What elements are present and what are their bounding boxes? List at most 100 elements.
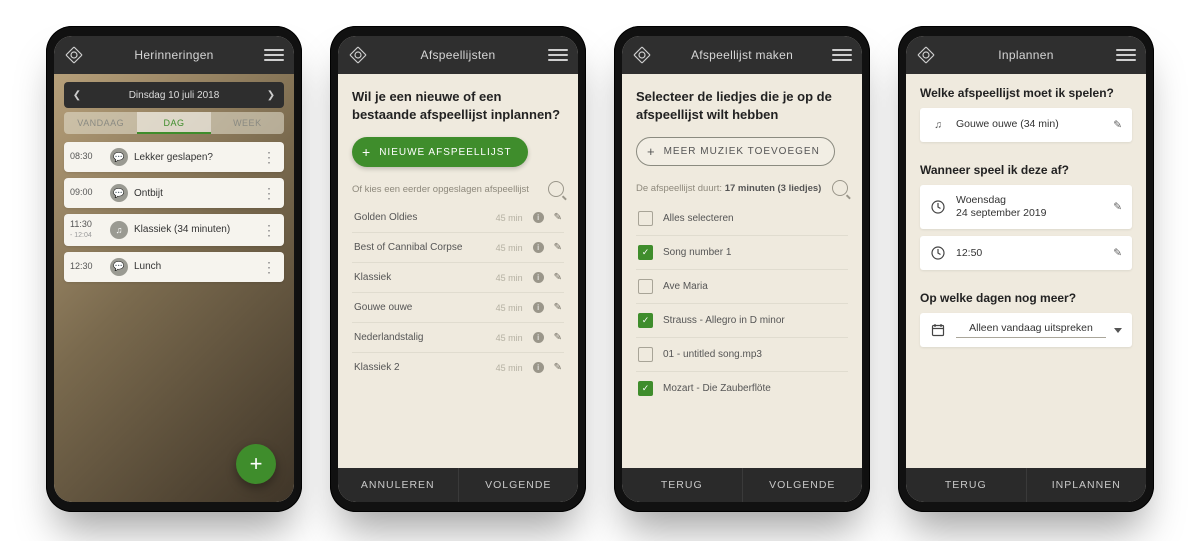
- content-area: Welke afspeellijst moet ik spelen? ♫ Gou…: [906, 74, 1146, 468]
- reminder-label: Klassiek (34 minuten): [134, 224, 260, 235]
- reminder-label: Ontbijt: [134, 188, 260, 199]
- app-logo-icon: [916, 45, 936, 65]
- info-icon[interactable]: i: [533, 302, 544, 313]
- checkbox[interactable]: [638, 279, 653, 294]
- header-title: Afspeellijst maken: [652, 48, 832, 62]
- checkbox[interactable]: [638, 313, 653, 328]
- playlist-name: Gouwe ouwe (34 min): [956, 118, 1103, 131]
- edit-icon[interactable]: ✎: [554, 302, 562, 313]
- reminder-time: 08:30: [70, 152, 104, 162]
- clock-icon: [930, 245, 946, 261]
- reminder-time: 09:00: [70, 188, 104, 198]
- edit-icon[interactable]: ✎: [554, 362, 562, 373]
- song-row[interactable]: Mozart - Die Zauberflöte: [636, 371, 848, 405]
- song-row[interactable]: Alles selecteren: [636, 202, 848, 235]
- section-heading: Wanneer speel ik deze af?: [920, 163, 1132, 177]
- playlist-row[interactable]: Nederlandstalig45 mini✎: [352, 322, 564, 352]
- date-card[interactable]: Woensdag24 september 2019 ✎: [920, 185, 1132, 229]
- song-rows: Alles selecteren Song number 1 Ave Maria…: [636, 202, 848, 405]
- playlist-row[interactable]: Klassiek45 mini✎: [352, 262, 564, 292]
- song-row[interactable]: 01 - untitled song.mp3: [636, 337, 848, 371]
- add-music-button[interactable]: +MEER MUZIEK TOEVOEGEN: [636, 137, 835, 166]
- checkbox[interactable]: [638, 211, 653, 226]
- footer-bar: TERUG VOLGENDE: [622, 468, 862, 502]
- edit-icon[interactable]: ✎: [554, 212, 562, 223]
- menu-icon[interactable]: [548, 49, 568, 61]
- more-icon[interactable]: ⋮: [260, 154, 278, 160]
- checkbox[interactable]: [638, 381, 653, 396]
- menu-icon[interactable]: [1116, 49, 1136, 61]
- edit-icon[interactable]: ✎: [554, 272, 562, 283]
- search-icon[interactable]: [832, 180, 848, 196]
- header: Afspeellijst maken: [622, 36, 862, 74]
- next-button[interactable]: VOLGENDE: [742, 468, 863, 502]
- edit-icon[interactable]: ✎: [1113, 247, 1122, 259]
- playlist-row[interactable]: Klassiek 245 mini✎: [352, 352, 564, 382]
- song-row[interactable]: Ave Maria: [636, 269, 848, 303]
- schedule-button[interactable]: INPLANNEN: [1026, 468, 1147, 502]
- info-icon[interactable]: i: [533, 362, 544, 373]
- section-heading: Welke afspeellijst moet ik spelen?: [920, 86, 1132, 100]
- time-text: 12:50: [956, 247, 1103, 260]
- back-button[interactable]: TERUG: [906, 468, 1026, 502]
- info-icon[interactable]: i: [533, 212, 544, 223]
- menu-icon[interactable]: [832, 49, 852, 61]
- back-button[interactable]: TERUG: [622, 468, 742, 502]
- playlist-rows: Golden Oldies45 mini✎ Best of Cannibal C…: [352, 203, 564, 382]
- header-title: Herinneringen: [84, 48, 264, 62]
- reminder-card[interactable]: 11:30- 12:04 ♫ Klassiek (34 minuten) ⋮: [64, 214, 284, 246]
- info-icon[interactable]: i: [533, 272, 544, 283]
- new-playlist-button[interactable]: +NIEUWE AFSPEELLIJST: [352, 137, 528, 167]
- reminder-time: 12:30: [70, 262, 104, 272]
- phone-schedule: Inplannen Welke afspeellijst moet ik spe…: [898, 26, 1154, 512]
- repeat-select[interactable]: Alleen vandaag uitspreken: [956, 322, 1106, 338]
- repeat-card[interactable]: Alleen vandaag uitspreken: [920, 313, 1132, 347]
- phone-make-playlist: Afspeellijst maken Selecteer de liedjes …: [614, 26, 870, 512]
- search-icon[interactable]: [548, 181, 564, 197]
- tab-day[interactable]: DAG: [137, 112, 210, 134]
- header-title: Afspeellijsten: [368, 48, 548, 62]
- playlist-card[interactable]: ♫ Gouwe ouwe (34 min) ✎: [920, 108, 1132, 142]
- tab-week[interactable]: WEEK: [211, 112, 284, 134]
- checkbox[interactable]: [638, 347, 653, 362]
- more-icon[interactable]: ⋮: [260, 190, 278, 196]
- more-icon[interactable]: ⋮: [260, 264, 278, 270]
- content-area: Wil je een nieuwe of een bestaande afspe…: [338, 74, 578, 468]
- edit-icon[interactable]: ✎: [554, 242, 562, 253]
- edit-icon[interactable]: ✎: [1113, 119, 1122, 131]
- playlist-row[interactable]: Gouwe ouwe45 mini✎: [352, 292, 564, 322]
- checkbox[interactable]: [638, 245, 653, 260]
- view-tabs: VANDAAG DAG WEEK: [64, 112, 284, 134]
- song-row[interactable]: Strauss - Allegro in D minor: [636, 303, 848, 337]
- chat-icon: 💬: [110, 148, 128, 166]
- next-day-button[interactable]: ❯: [264, 90, 278, 101]
- edit-icon[interactable]: ✎: [1113, 201, 1122, 213]
- content-area: Selecteer de liedjes die je op de afspee…: [622, 74, 862, 468]
- info-icon[interactable]: i: [533, 242, 544, 253]
- phone-reminders: Herinneringen ❮ Dinsdag 10 juli 2018 ❯ V…: [46, 26, 302, 512]
- time-card[interactable]: 12:50 ✎: [920, 236, 1132, 270]
- dropdown-icon[interactable]: [1114, 328, 1122, 333]
- cancel-button[interactable]: ANNULEREN: [338, 468, 458, 502]
- reminder-label: Lunch: [134, 261, 260, 272]
- question-text: Selecteer de liedjes die je op de afspee…: [636, 88, 848, 123]
- next-button[interactable]: VOLGENDE: [458, 468, 579, 502]
- playlist-row[interactable]: Golden Oldies45 mini✎: [352, 203, 564, 232]
- reminder-card[interactable]: 12:30 💬 Lunch ⋮: [64, 252, 284, 282]
- reminder-card[interactable]: 08:30 💬 Lekker geslapen? ⋮: [64, 142, 284, 172]
- edit-icon[interactable]: ✎: [554, 332, 562, 343]
- clock-icon: [930, 199, 946, 215]
- menu-icon[interactable]: [264, 49, 284, 61]
- footer-bar: ANNULEREN VOLGENDE: [338, 468, 578, 502]
- reminder-card[interactable]: 09:00 💬 Ontbijt ⋮: [64, 178, 284, 208]
- add-button[interactable]: +: [236, 444, 276, 484]
- subtitle-row: Of kies een eerder opgeslagen afspeellij…: [352, 181, 564, 197]
- song-row[interactable]: Song number 1: [636, 235, 848, 269]
- reminder-label: Lekker geslapen?: [134, 152, 260, 163]
- tab-today[interactable]: VANDAAG: [64, 112, 137, 134]
- playlist-row[interactable]: Best of Cannibal Corpse45 mini✎: [352, 232, 564, 262]
- info-icon[interactable]: i: [533, 332, 544, 343]
- prev-day-button[interactable]: ❮: [70, 90, 84, 101]
- more-icon[interactable]: ⋮: [260, 227, 278, 233]
- date-picker-bar: ❮ Dinsdag 10 juli 2018 ❯: [64, 82, 284, 108]
